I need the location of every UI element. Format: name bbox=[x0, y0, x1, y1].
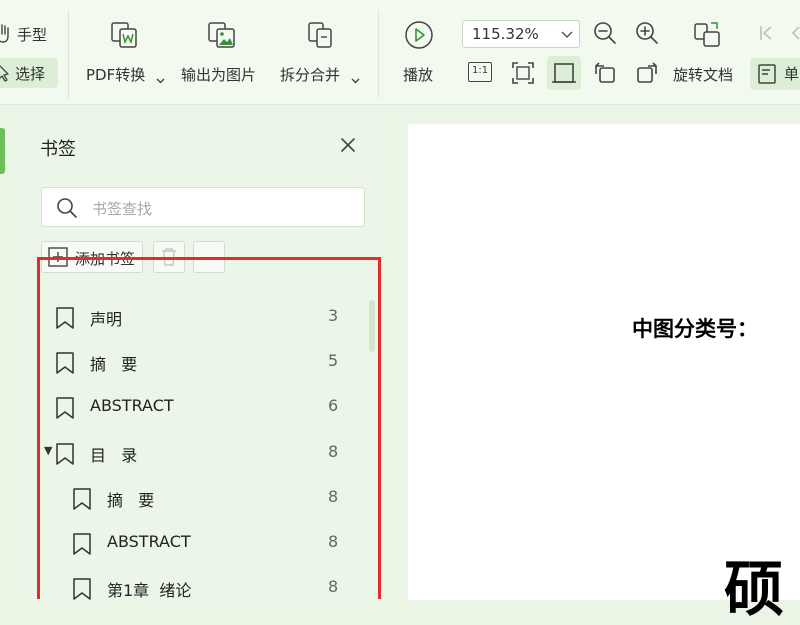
actual-size-label: 1:1 bbox=[472, 65, 489, 76]
pdf-convert-label: PDF转换 bbox=[86, 66, 146, 84]
toolbar: 手型 选择 PDF转换 输出为图片 拆分合并 播放 115.32% 1:1 旋转… bbox=[0, 0, 800, 105]
bookmark-tab-indicator[interactable] bbox=[0, 128, 5, 174]
fit-width-icon bbox=[551, 60, 577, 86]
split-merge-icon bbox=[306, 20, 336, 50]
rotate-right-icon[interactable] bbox=[634, 60, 660, 86]
actual-size-button[interactable]: 1:1 bbox=[468, 60, 494, 86]
document-page bbox=[408, 124, 800, 600]
chevron-down-icon bbox=[561, 25, 573, 47]
export-image-label: 输出为图片 bbox=[181, 66, 257, 84]
export-image-icon bbox=[207, 20, 237, 50]
bookmark-search-placeholder: 书签查找 bbox=[92, 200, 153, 218]
select-tool-button[interactable]: 选择 bbox=[0, 58, 58, 88]
split-merge-label: 拆分合并 bbox=[280, 66, 341, 84]
bookmark-panel-title: 书签 bbox=[40, 139, 76, 160]
single-page-button[interactable]: 单 bbox=[750, 58, 800, 90]
document-title-char: 硕 bbox=[724, 555, 784, 625]
zoom-value: 115.32% bbox=[472, 25, 539, 43]
rotate-left-icon[interactable] bbox=[592, 60, 618, 86]
hand-icon bbox=[0, 24, 10, 44]
search-icon bbox=[56, 197, 78, 223]
classification-number-label: 中图分类号： bbox=[632, 316, 758, 341]
bookmark-search-input[interactable]: 书签查找 bbox=[41, 187, 365, 227]
rotate-document-icon bbox=[692, 20, 722, 50]
play-button[interactable]: 播放 bbox=[398, 14, 444, 90]
left-rail bbox=[0, 105, 22, 600]
first-page-icon[interactable] bbox=[758, 24, 774, 42]
chevron-down-icon bbox=[156, 69, 165, 88]
chevron-down-icon bbox=[351, 69, 360, 88]
single-page-label: 单 bbox=[784, 65, 800, 83]
rotate-document-label: 旋转文档 bbox=[673, 66, 734, 84]
hand-tool-button[interactable]: 手型 bbox=[0, 22, 56, 48]
pdf-convert-button[interactable]: PDF转换 bbox=[84, 14, 166, 90]
zoom-out-icon[interactable] bbox=[592, 20, 618, 46]
zoom-in-icon[interactable] bbox=[634, 20, 660, 46]
hand-tool-label: 手型 bbox=[17, 26, 48, 44]
single-page-icon bbox=[758, 64, 776, 84]
rotate-document-button[interactable]: 旋转文档 bbox=[670, 14, 746, 90]
play-label: 播放 bbox=[403, 66, 434, 84]
highlight-box bbox=[37, 257, 381, 599]
split-merge-button[interactable]: 拆分合并 bbox=[278, 14, 364, 90]
prev-page-icon[interactable] bbox=[792, 24, 800, 42]
toolbar-divider bbox=[378, 10, 379, 98]
play-icon bbox=[404, 20, 434, 50]
zoom-select[interactable]: 115.32% bbox=[462, 20, 580, 48]
close-icon[interactable] bbox=[340, 137, 356, 157]
fit-page-icon[interactable] bbox=[510, 60, 536, 86]
pdf-to-word-icon bbox=[110, 20, 140, 50]
toolbar-divider bbox=[68, 10, 69, 98]
export-image-button[interactable]: 输出为图片 bbox=[178, 14, 266, 90]
fit-width-button[interactable] bbox=[547, 56, 581, 90]
cursor-icon bbox=[0, 64, 10, 82]
select-tool-label: 选择 bbox=[15, 65, 46, 83]
